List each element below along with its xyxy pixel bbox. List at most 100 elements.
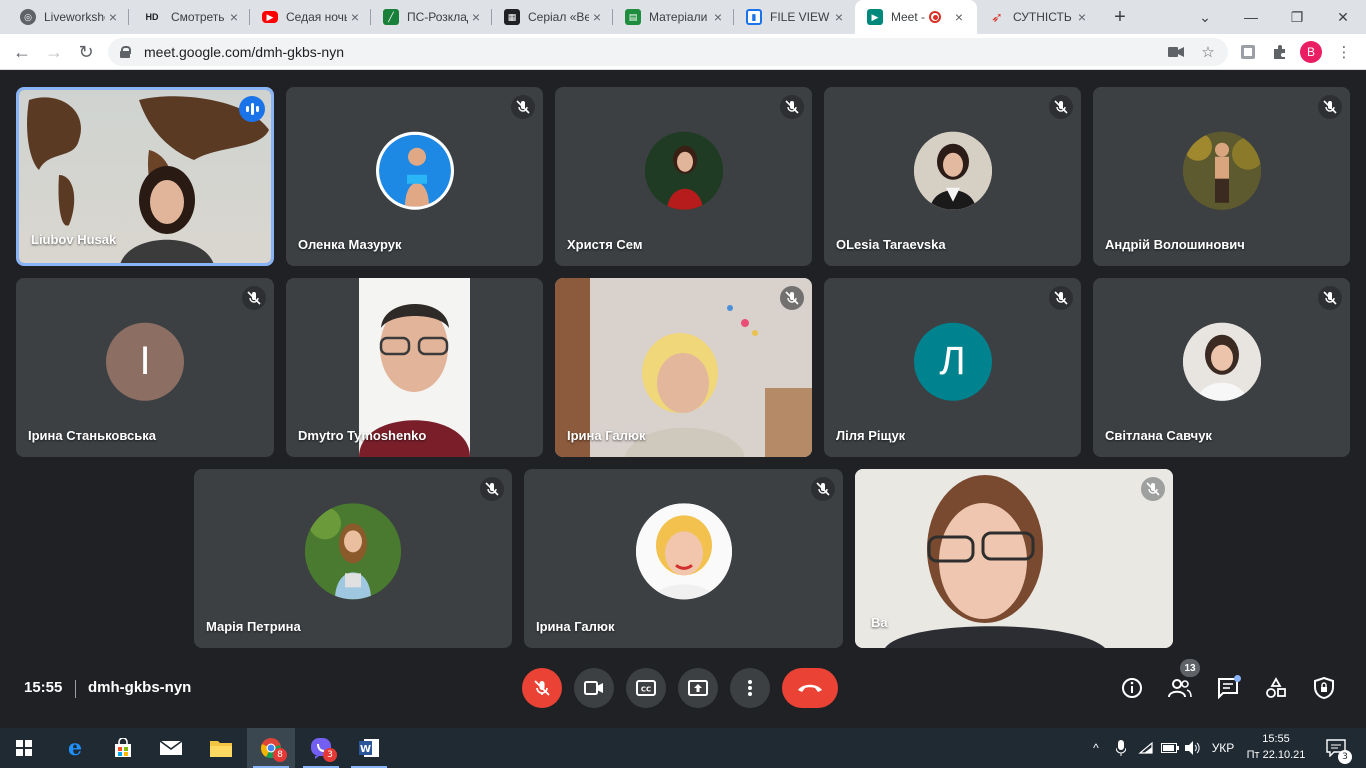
participant-tile[interactable]: Liubov Husak [16, 87, 274, 266]
maximize-button[interactable]: ❐ [1274, 0, 1320, 34]
extensions-puzzle-icon[interactable] [1270, 42, 1290, 62]
network-icon[interactable] [1136, 728, 1156, 768]
taskbar-chrome[interactable]: 8 [247, 728, 295, 768]
camera-toggle-button[interactable] [574, 668, 614, 708]
participant-tile[interactable]: Андрій Волошинович [1093, 87, 1350, 266]
divider [75, 680, 76, 698]
back-button[interactable]: ← [8, 38, 36, 66]
url-text: meet.google.com/dmh-gkbs-nyn [144, 44, 344, 60]
mic-off-icon [780, 286, 804, 310]
leave-call-button[interactable] [782, 668, 838, 708]
close-icon[interactable]: × [589, 9, 605, 25]
participant-tile[interactable]: І Ірина Станьковська [16, 278, 274, 457]
host-controls-icon [1314, 677, 1334, 699]
participant-tile[interactable]: Dmytro Tymoshenko [286, 278, 543, 457]
tab-hd-movies[interactable]: HD Смотреть онлайн × [129, 0, 250, 34]
start-button[interactable] [0, 728, 48, 768]
meeting-controls-bar: 15:55 dmh-gkbs-nyn CC 13 [0, 659, 1366, 728]
captions-icon: CC [636, 680, 656, 696]
taskbar-edge[interactable]: e [51, 728, 99, 768]
participant-avatar [635, 502, 732, 599]
participant-name: Христя Сем [567, 237, 643, 252]
tab-youtube[interactable]: ▶ Седая ночь × [250, 0, 371, 34]
meeting-time: 15:55 [24, 679, 63, 696]
present-screen-button[interactable] [678, 668, 718, 708]
participant-tile[interactable]: Ірина Галюк [555, 278, 812, 457]
participant-tile[interactable]: Оленка Мазурук [286, 87, 543, 266]
taskbar-file-explorer[interactable] [197, 728, 245, 768]
volume-icon[interactable] [1183, 728, 1203, 768]
action-center-button[interactable]: 3 [1316, 728, 1356, 768]
participant-tile[interactable]: Марія Петрина [194, 469, 512, 648]
mic-off-icon [1141, 477, 1165, 501]
tab-materials[interactable]: ▤ Матеріали × [613, 0, 734, 34]
tab-series[interactable]: ▦ Серіал «Ветер × [492, 0, 613, 34]
bookmark-star-icon[interactable]: ☆ [1198, 42, 1218, 62]
address-bar[interactable]: meet.google.com/dmh-gkbs-nyn [108, 38, 1228, 66]
camera-in-use-icon[interactable] [1166, 42, 1186, 62]
input-language[interactable]: УКР [1207, 728, 1239, 768]
show-hidden-icons-button[interactable]: ^ [1088, 728, 1104, 768]
battery-icon[interactable] [1160, 728, 1180, 768]
forward-button[interactable]: → [40, 38, 68, 66]
participant-tile[interactable]: Світлана Савчук [1093, 278, 1350, 457]
taskbar-viber[interactable]: 3 [297, 728, 345, 768]
menu-kebab-icon[interactable]: ⋮ [1334, 42, 1354, 62]
close-icon[interactable]: × [226, 9, 242, 25]
more-icon [748, 680, 752, 696]
profile-avatar[interactable]: B [1300, 41, 1322, 63]
reload-button[interactable]: ↻ [72, 38, 100, 66]
meeting-details-button[interactable] [1119, 675, 1145, 701]
close-icon[interactable]: × [468, 9, 484, 25]
participant-tile[interactable]: OLesia Taraevska [824, 87, 1081, 266]
close-icon[interactable]: × [1074, 9, 1090, 25]
minimize-button[interactable]: — [1228, 0, 1274, 34]
tab-essence[interactable]: ➶ СУТНІСТЬ × [977, 0, 1098, 34]
tab-meet-active[interactable]: ▶ Meet - × [855, 0, 977, 34]
participant-name: Андрій Волошинович [1105, 237, 1245, 252]
participant-avatar [305, 502, 401, 599]
host-controls-button[interactable] [1311, 675, 1337, 701]
chat-button[interactable] [1215, 675, 1241, 701]
more-options-button[interactable] [730, 668, 770, 708]
participant-name: Ліля Ріщук [836, 428, 906, 443]
info-icon [1122, 678, 1142, 698]
close-icon[interactable]: × [710, 9, 726, 25]
taskbar-word[interactable]: W [345, 728, 393, 768]
tab-file-view[interactable]: ▮ FILE VIEW × [734, 0, 855, 34]
hd-icon: HD [145, 12, 159, 22]
globe-icon: ◎ [20, 9, 36, 25]
tab-schedule[interactable]: ╱ ПС-Розклад × [371, 0, 492, 34]
viber-badge: 3 [323, 748, 337, 762]
participant-tile[interactable]: Христя Сем [555, 87, 812, 266]
show-everyone-button[interactable] [1167, 675, 1193, 701]
close-icon[interactable]: × [831, 9, 847, 25]
participant-name: Dmytro Tymoshenko [298, 428, 427, 443]
mic-off-icon [1318, 286, 1342, 310]
close-window-button[interactable]: ✕ [1320, 0, 1366, 34]
extension-icon[interactable] [1238, 42, 1258, 62]
system-clock[interactable]: 15:55 Пт 22.10.21 [1244, 731, 1308, 763]
meet-icon: ▶ [867, 9, 883, 25]
taskbar-mail[interactable] [147, 728, 195, 768]
microphone-tray-icon[interactable] [1112, 728, 1130, 768]
new-tab-button[interactable]: + [1108, 5, 1132, 29]
word-icon: W [359, 739, 379, 757]
participant-name: Оленка Мазурук [298, 237, 402, 252]
taskbar-store[interactable] [99, 728, 147, 768]
tab-liveworksheets[interactable]: ◎ Liveworksheets × [8, 0, 129, 34]
close-icon[interactable]: × [105, 9, 121, 25]
close-icon[interactable]: × [951, 9, 967, 25]
captions-button[interactable]: CC [626, 668, 666, 708]
participant-tile[interactable]: Л Ліля Ріщук [824, 278, 1081, 457]
svg-text:CC: CC [641, 686, 651, 694]
mic-off-icon [1318, 95, 1342, 119]
windows-logo-icon [16, 740, 32, 756]
activities-button[interactable] [1263, 675, 1289, 701]
microphone-toggle-button[interactable] [522, 668, 562, 708]
svg-text:W: W [360, 744, 371, 755]
self-view-tile[interactable]: Ва [855, 469, 1173, 648]
tab-search-button[interactable]: ⌄ [1182, 0, 1228, 34]
close-icon[interactable]: × [347, 9, 363, 25]
participant-tile[interactable]: Ірина Галюк [524, 469, 843, 648]
